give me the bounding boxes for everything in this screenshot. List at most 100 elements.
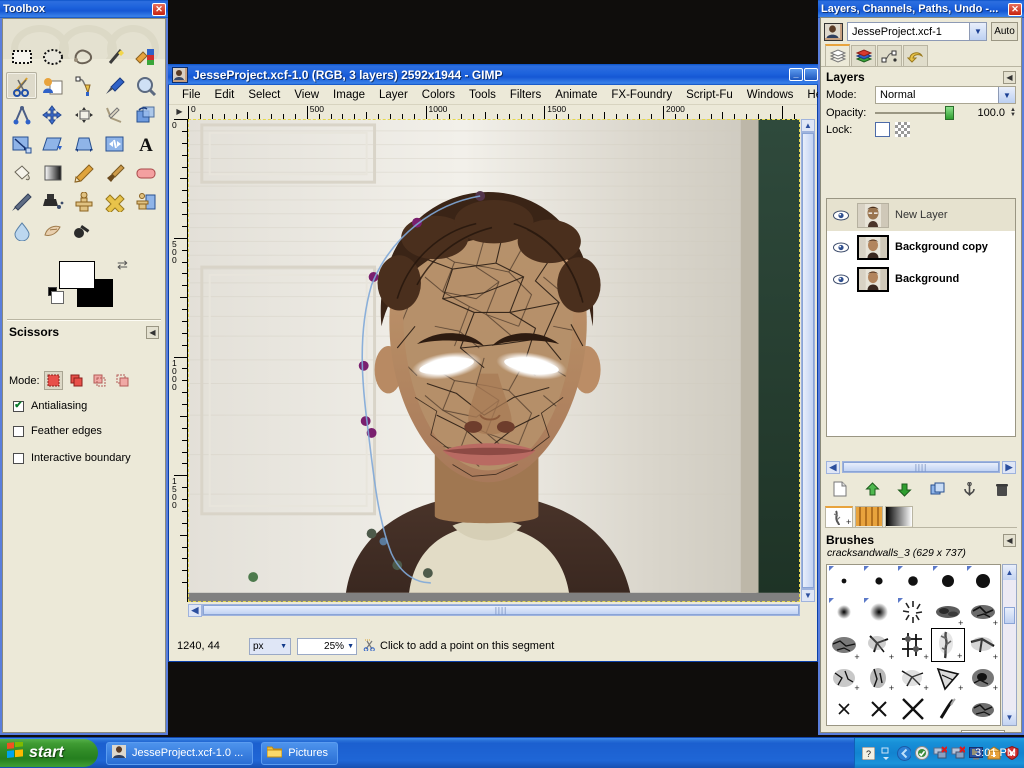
gimp-maximize-button[interactable] [804,68,818,81]
brush-cell[interactable]: + [931,597,966,629]
heal-tool[interactable] [100,188,131,215]
brush-scroll-thumb[interactable] [1004,607,1015,624]
layer-opacity-value[interactable]: 100.0 [959,107,1006,119]
vscroll-down-arrow[interactable]: ▼ [801,589,815,602]
mode-replace-button[interactable] [43,371,63,390]
new-layer-button[interactable] [829,480,851,499]
layer-list[interactable]: New Layer Background copy Background [826,198,1016,437]
menu-filters[interactable]: Filters [503,88,548,102]
menu-script-fu[interactable]: Script-Fu [679,88,740,102]
canvas-hscrollbar[interactable]: ◀ |||| [188,603,800,617]
brush-cell[interactable]: + [827,628,862,662]
toolbox-close-button[interactable]: ✕ [152,2,166,16]
brush-cell[interactable] [896,565,931,597]
layerscroll-track[interactable]: |||| [842,461,1000,473]
menu-file[interactable]: File [175,88,208,102]
crop-tool[interactable] [100,101,131,128]
reset-colors-white[interactable] [51,291,64,304]
duplicate-layer-button[interactable] [926,480,948,499]
brush-cell[interactable]: + [862,628,897,662]
layer-mode-combobox[interactable]: Normal ▼ [875,86,1016,104]
mode-intersect-button[interactable] [113,371,132,390]
perspective-tool[interactable] [68,130,99,157]
airbrush-tool[interactable] [6,188,37,215]
swap-colors-icon[interactable]: ⇄ [117,257,128,273]
perspective-clone-tool[interactable] [131,188,162,215]
tool-options-menu-button[interactable]: ◀ [146,325,159,339]
scissors-select-tool[interactable] [6,72,38,99]
paths-tool[interactable] [68,72,99,99]
brush-cell[interactable] [965,565,1000,597]
ink-tool[interactable] [37,188,68,215]
start-button[interactable]: start [0,739,98,767]
foreground-color-swatch[interactable] [59,261,95,289]
anchor-layer-button[interactable] [958,480,980,499]
dock-titlebar[interactable]: Layers, Channels, Paths, Undo -... ✕ [818,0,1024,18]
blur-sharpen-tool[interactable] [6,217,37,244]
paths-tab[interactable] [877,45,902,66]
hscroll-left-arrow[interactable]: ◀ [188,603,202,617]
move-tool[interactable] [37,101,68,128]
bucket-fill-tool[interactable] [6,159,37,186]
menu-animate[interactable]: Animate [548,88,604,102]
toolbox-titlebar[interactable]: Toolbox ✕ [0,0,168,18]
layer-name[interactable]: Background [895,273,959,285]
image-selector-chevron-down-icon[interactable]: ▼ [969,23,986,40]
interactive-boundary-checkbox[interactable] [13,452,24,464]
vscroll-up-arrow[interactable]: ▲ [801,119,815,132]
brush-cell[interactable] [931,693,966,725]
zoom-tool[interactable] [131,72,162,99]
taskbar-clock[interactable]: 3:01 PM [975,747,1016,759]
brush-cell[interactable] [896,693,931,725]
canvas-vscrollbar[interactable]: ▲ ▼ [801,119,815,602]
brush-cell[interactable]: + [965,597,1000,629]
spacing-slider[interactable] [874,731,956,732]
brush-scroll-down-arrow[interactable]: ▼ [1003,710,1016,725]
option-antialiasing[interactable]: ✔ Antialiasing [13,400,87,412]
brushes-panel-menu-button[interactable]: ◀ [1003,533,1016,547]
pencil-tool[interactable] [68,159,99,186]
help-icon[interactable]: ? [861,746,875,760]
layer-visibility-eye-icon[interactable] [831,242,851,253]
zoom-selector[interactable]: 25% ▼ [297,637,357,655]
hscroll-thumb[interactable]: |||| [203,605,799,615]
measure-tool[interactable] [6,101,37,128]
menu-fx-foundry[interactable]: FX-Foundry [604,88,679,102]
layer-visibility-eye-icon[interactable] [831,274,851,285]
gimp-minimize-button[interactable]: _ [789,68,803,81]
brush-cell[interactable]: + [896,628,931,662]
brush-cell[interactable] [827,597,862,629]
flip-tool[interactable] [100,130,131,157]
layer-visibility-eye-icon[interactable] [831,210,851,221]
scale-tool[interactable] [6,130,37,157]
patterns-tab[interactable] [855,506,883,527]
layer-row-background-copy[interactable]: Background copy [827,231,1015,263]
ellipse-select-tool[interactable] [37,43,68,70]
menu-tools[interactable]: Tools [462,88,503,102]
paintbrush-tool[interactable] [100,159,131,186]
brush-cell[interactable]: + [965,662,1000,694]
show-hidden-icons-chevron[interactable] [879,746,893,760]
dock-close-button[interactable]: ✕ [1008,2,1022,16]
vscroll-track[interactable] [801,132,815,589]
rotate-tool[interactable] [131,101,162,128]
mode-add-button[interactable] [67,371,86,390]
eraser-tool[interactable] [131,159,162,186]
brush-cell[interactable] [827,693,862,725]
menu-select[interactable]: Select [241,88,287,102]
show-desktop-icon[interactable] [897,745,911,761]
smudge-tool[interactable] [37,217,68,244]
hscroll-track[interactable]: |||| [202,604,800,616]
layer-mode-chevron-down-icon[interactable]: ▼ [998,87,1015,103]
brush-cell[interactable] [896,597,931,629]
taskbar-item-gimp[interactable]: JesseProject.xcf-1.0 ... [106,741,254,765]
taskbar-item-pictures[interactable]: Pictures [261,741,339,765]
brush-grid-vscrollbar[interactable]: ▲ ▼ [1002,564,1017,726]
clone-tool[interactable] [68,188,99,215]
antialiasing-checkbox[interactable]: ✔ [13,400,24,412]
layerscroll-right-arrow[interactable]: ▶ [1002,460,1016,474]
vertical-ruler[interactable]: 0 500 1000 1500 [171,119,188,602]
network-disconnected-icon-2[interactable] [951,746,965,760]
menu-colors[interactable]: Colors [415,88,462,102]
auto-follow-button[interactable]: Auto [991,22,1018,41]
